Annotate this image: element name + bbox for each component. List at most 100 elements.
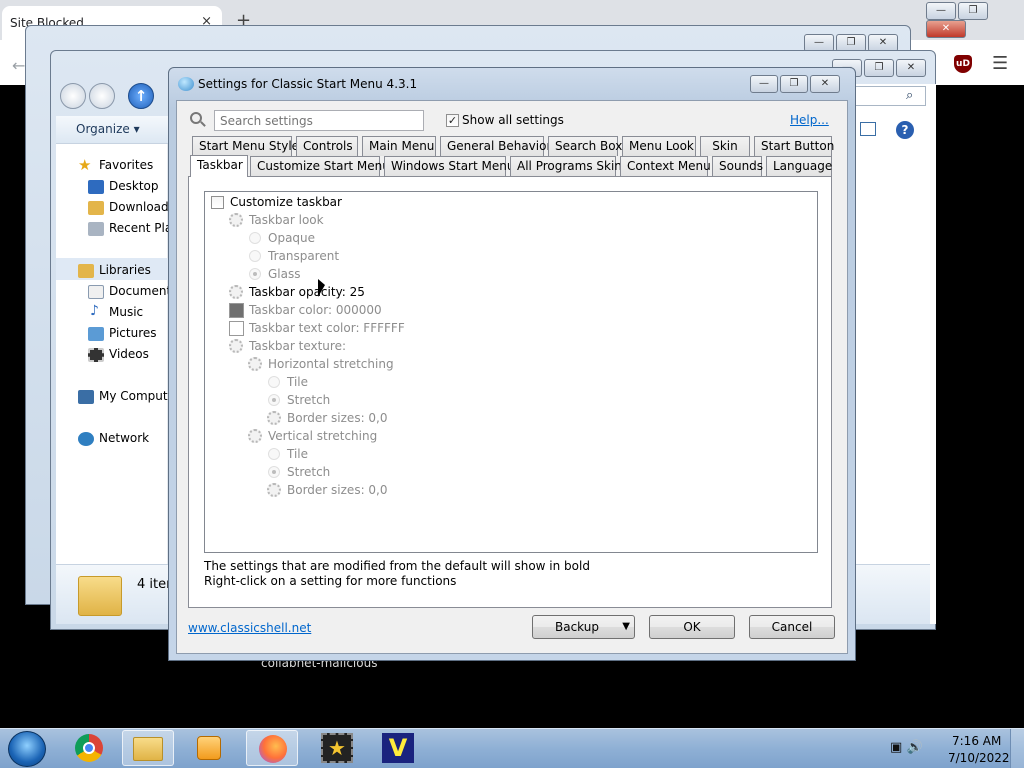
nav-label: Libraries [99, 263, 151, 277]
taskbar-text-color-swatch[interactable] [229, 321, 244, 336]
v-tile-label[interactable]: Tile [287, 447, 308, 461]
browser-close-button[interactable]: ✕ [926, 20, 966, 38]
tab-sounds[interactable]: Sounds [712, 156, 763, 176]
back-arrow-icon[interactable]: ← [12, 56, 25, 75]
browser-minimize-button[interactable]: — [926, 2, 956, 20]
help-link[interactable]: Help... [790, 113, 829, 127]
downloads-folder-icon [88, 201, 104, 215]
tab-windows-start-menu[interactable]: Windows Start Menu [384, 156, 514, 176]
h-tile-radio[interactable] [268, 376, 280, 388]
tab-main-menu[interactable]: Main Menu [362, 136, 436, 156]
tab-language[interactable]: Language [766, 156, 832, 176]
media-player-icon [197, 736, 221, 760]
chevron-down-icon: ▾ [133, 122, 140, 136]
network-tray-icon[interactable]: ▣ [890, 740, 902, 755]
taskbar-firefox[interactable] [246, 730, 298, 766]
explorer-right-area [854, 84, 936, 624]
explorer-back-button[interactable] [60, 83, 86, 109]
h-border-sizes-setting[interactable]: Border sizes: 0,0 [287, 411, 388, 425]
tab-general-behavior[interactable]: General Behavior [440, 136, 551, 156]
explorer-search-field[interactable] [854, 86, 926, 106]
tab-controls[interactable]: Controls [296, 136, 358, 156]
opaque-label[interactable]: Opaque [268, 231, 315, 245]
v-stretch-label[interactable]: Stretch [287, 465, 330, 479]
dialog-minimize-button[interactable]: — [750, 75, 778, 93]
dialog-close-button[interactable]: ✕ [810, 75, 840, 93]
dialog-title: Settings for Classic Start Menu 4.3.1 [198, 77, 418, 91]
browser-maximize-button[interactable]: ❐ [958, 2, 988, 20]
explorer-search-icon[interactable]: ⌕ [906, 88, 913, 103]
nav-label: Videos [109, 347, 149, 361]
taskbar-text-color-setting[interactable]: Taskbar text color: FFFFFF [249, 321, 405, 335]
folder-icon [78, 576, 122, 616]
explorer-forward-button[interactable] [89, 83, 115, 109]
taskbar-opacity-setting[interactable]: Taskbar opacity: 25 [249, 285, 365, 299]
dialog-maximize-button[interactable]: ❐ [780, 75, 808, 93]
taskbar-color-setting[interactable]: Taskbar color: 000000 [249, 303, 382, 317]
v-stretch-radio[interactable] [268, 466, 280, 478]
nav-label: Desktop [109, 179, 159, 193]
ok-button[interactable]: OK [649, 615, 735, 639]
transparent-radio[interactable] [249, 250, 261, 262]
v-tile-radio[interactable] [268, 448, 280, 460]
explorer-close-button[interactable]: ✕ [896, 59, 926, 77]
show-all-settings-label: Show all settings [462, 113, 564, 127]
star-icon: ★ [78, 156, 92, 174]
taskbar-movie-maker[interactable]: ★ [310, 730, 362, 766]
tab-context-menu[interactable]: Context Menu [620, 156, 711, 176]
vertical-stretching-label[interactable]: Vertical stretching [268, 429, 377, 443]
tab-skin[interactable]: Skin [700, 136, 750, 156]
clock-time[interactable]: 7:16 AM [952, 734, 1001, 748]
taskbar-look-label[interactable]: Taskbar look [249, 213, 324, 227]
show-all-settings-checkbox[interactable]: ✓ [446, 114, 459, 127]
recent-places-icon [88, 222, 104, 236]
bold-settings-hint: The settings that are modified from the … [204, 559, 590, 573]
tab-menu-look[interactable]: Menu Look [622, 136, 696, 156]
taskbar-media-player[interactable] [184, 730, 236, 766]
h-tile-label[interactable]: Tile [287, 375, 308, 389]
horizontal-stretching-label[interactable]: Horizontal stretching [268, 357, 394, 371]
opaque-radio[interactable] [249, 232, 261, 244]
taskbar-explorer[interactable] [122, 730, 174, 766]
browser-menu-icon[interactable]: ☰ [992, 53, 1008, 74]
tab-search-box[interactable]: Search Box [548, 136, 622, 156]
taskbar-color-swatch[interactable] [229, 303, 244, 318]
organize-menu[interactable]: Organize ▾ [76, 122, 140, 136]
nav-label: Downloads [109, 200, 175, 214]
search-settings-input[interactable] [214, 110, 424, 131]
mouse-cursor-icon [318, 279, 325, 297]
clock-date[interactable]: 7/10/2022 [948, 751, 1010, 765]
nav-label: My Compute [99, 389, 175, 403]
glass-label[interactable]: Glass [268, 267, 301, 281]
h-stretch-radio[interactable] [268, 394, 280, 406]
taskbar-texture-setting[interactable]: Taskbar texture: [249, 339, 346, 353]
taskbar-v-app[interactable]: V [372, 730, 424, 766]
glass-radio[interactable] [249, 268, 261, 280]
preview-pane-icon[interactable] [860, 122, 876, 136]
backup-button[interactable]: Backup ▼ [532, 615, 635, 639]
v-border-sizes-setting[interactable]: Border sizes: 0,0 [287, 483, 388, 497]
customize-taskbar-checkbox[interactable] [211, 196, 224, 209]
explorer-up-icon[interactable]: ↑ [128, 83, 154, 109]
tab-customize-start-menu[interactable]: Customize Start Menu [250, 156, 390, 176]
explorer-maximize-button[interactable]: ❐ [864, 59, 894, 77]
start-button-icon[interactable] [8, 731, 46, 767]
customize-taskbar-label[interactable]: Customize taskbar [230, 195, 342, 209]
cancel-button[interactable]: Cancel [749, 615, 835, 639]
network-icon [78, 432, 94, 446]
settings-gear-icon [229, 285, 243, 299]
explorer-help-icon[interactable]: ? [896, 121, 914, 139]
show-desktop-button[interactable] [1010, 729, 1024, 768]
pictures-icon [88, 327, 104, 341]
tab-start-menu-style[interactable]: Start Menu Style [192, 136, 299, 156]
taskbar-chrome[interactable] [64, 730, 116, 766]
tab-all-programs-skin[interactable]: All Programs Skin [510, 156, 622, 176]
tab-taskbar[interactable]: Taskbar [190, 155, 248, 177]
ublock-extension-icon[interactable]: uD [954, 55, 972, 73]
website-link[interactable]: www.classicshell.net [188, 621, 311, 635]
volume-icon[interactable]: 🔊 [906, 740, 922, 755]
h-stretch-label[interactable]: Stretch [287, 393, 330, 407]
transparent-label[interactable]: Transparent [268, 249, 339, 263]
system-tray: ▣ 🔊 [890, 740, 923, 755]
tab-start-button[interactable]: Start Button [754, 136, 834, 156]
